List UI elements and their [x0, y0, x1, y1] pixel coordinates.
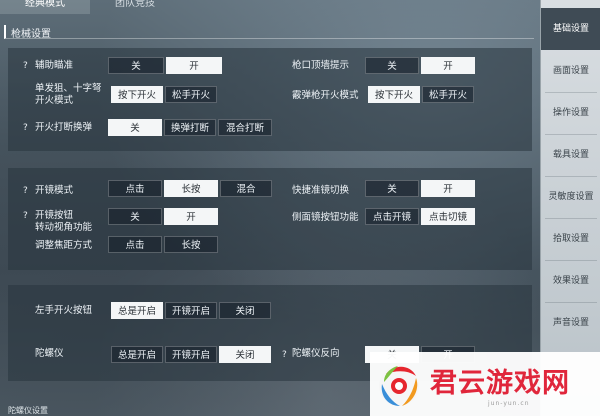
aim-assist-off[interactable]: 关 [108, 57, 164, 74]
next-section-title: 陀螺仪设置 [8, 406, 48, 415]
left-fire-always[interactable]: 总是开启 [111, 302, 163, 319]
site-watermark: 君云游戏网 jun-yun.cn [370, 352, 600, 416]
scope-mode-label: 开镜模式 [35, 185, 74, 196]
gyro-toggle: 总是开启 开镜开启 关闭 [111, 346, 273, 363]
focus-hold[interactable]: 长按 [164, 236, 218, 253]
tab-classic[interactable]: 经典模式 [0, 0, 90, 14]
scope-btn-toggle: 关 开 [108, 208, 220, 225]
left-fire-label: 左手开火按钮 [35, 305, 93, 316]
single-fire-label-2: 开火模式 [35, 95, 74, 106]
sidebar-item-basic[interactable]: 基础设置 [541, 8, 600, 50]
side-scope-toggle: 点击开镜 点击切镜 [365, 208, 477, 225]
sidebar-item-graphics[interactable]: 画面设置 [541, 50, 600, 92]
single-fire-toggle: 按下开火 松手开火 [111, 86, 219, 103]
side-scope-label: 侧面镜按钮功能 [292, 212, 359, 223]
single-fire-press[interactable]: 按下开火 [111, 86, 163, 103]
aim-assist-label: 辅助瞄准 [35, 60, 74, 71]
shotgun-fire-press[interactable]: 按下开火 [368, 86, 420, 103]
left-fire-scope[interactable]: 开镜开启 [165, 302, 217, 319]
help-icon[interactable]: ? [23, 186, 28, 196]
section-title: 枪械设置 [4, 25, 534, 40]
sidebar-item-controls[interactable]: 操作设置 [541, 92, 600, 134]
fire-interrupt-reload[interactable]: 换弹打断 [164, 119, 216, 136]
scope-btn-on[interactable]: 开 [164, 208, 218, 225]
gyro-always[interactable]: 总是开启 [111, 346, 163, 363]
scope-btn-off[interactable]: 关 [108, 208, 162, 225]
aim-assist-toggle: 关 开 [108, 57, 224, 74]
side-scope-switch[interactable]: 点击切镜 [421, 208, 475, 225]
fire-interrupt-label: 开火打断换弹 [35, 122, 93, 133]
shotgun-fire-release[interactable]: 松手开火 [422, 86, 474, 103]
scope-btn-label-1: 开镜按钮 [35, 210, 74, 221]
watermark-sub: jun-yun.cn [488, 400, 530, 407]
focus-label: 调整焦距方式 [35, 240, 93, 251]
single-fire-release[interactable]: 松手开火 [165, 86, 217, 103]
single-fire-label-1: 单发狙、十字弩 [35, 83, 102, 94]
quick-scope-on[interactable]: 开 [421, 180, 475, 197]
fire-interrupt-mixed[interactable]: 混合打断 [218, 119, 272, 136]
help-icon[interactable]: ? [23, 123, 28, 133]
watermark-name: 君云游戏网 [430, 368, 570, 399]
gyro-off[interactable]: 关闭 [219, 346, 271, 363]
scope-mode-hold[interactable]: 长按 [164, 180, 218, 197]
muzzle-hint-on[interactable]: 开 [421, 57, 475, 74]
tab-team[interactable]: 团队竞技 [90, 0, 180, 14]
gyro-scope[interactable]: 开镜开启 [165, 346, 217, 363]
watermark-logo-icon [379, 366, 419, 406]
mode-tabs: 经典模式 团队竞技 [0, 0, 540, 14]
sidebar-item-effects[interactable]: 效果设置 [541, 260, 600, 302]
shotgun-fire-toggle: 按下开火 松手开火 [368, 86, 476, 103]
shotgun-fire-label: 霰弹枪开火模式 [292, 90, 359, 101]
side-scope-open[interactable]: 点击开镜 [365, 208, 419, 225]
fire-interrupt-toggle: 关 换弹打断 混合打断 [108, 119, 274, 136]
sidebar-item-pickup[interactable]: 拾取设置 [541, 218, 600, 260]
fire-interrupt-off[interactable]: 关 [108, 119, 162, 136]
aim-assist-on[interactable]: 开 [166, 57, 222, 74]
scope-btn-label-2: 转动视角功能 [35, 222, 93, 233]
sidebar-item-sensitivity[interactable]: 灵敏度设置 [541, 176, 600, 218]
focus-tap[interactable]: 点击 [108, 236, 162, 253]
muzzle-hint-toggle: 关 开 [365, 57, 477, 74]
scope-mode-tap[interactable]: 点击 [108, 180, 162, 197]
focus-toggle: 点击 长按 [108, 236, 220, 253]
left-fire-toggle: 总是开启 开镜开启 关闭 [111, 302, 273, 319]
muzzle-hint-label: 枪口顶墙提示 [292, 60, 350, 71]
muzzle-hint-off[interactable]: 关 [365, 57, 419, 74]
quick-scope-label: 快捷准镜切换 [292, 185, 350, 196]
gyro-label: 陀螺仪 [35, 348, 64, 359]
help-icon[interactable]: ? [23, 61, 28, 71]
help-icon[interactable]: ? [23, 211, 28, 221]
gyro-reverse-label: 陀螺仪反向 [292, 348, 340, 359]
sidebar-item-sound[interactable]: 声音设置 [541, 302, 600, 344]
sidebar-item-vehicle[interactable]: 载具设置 [541, 134, 600, 176]
quick-scope-toggle: 关 开 [365, 180, 477, 197]
scope-mode-toggle: 点击 长按 混合 [108, 180, 274, 197]
left-fire-off[interactable]: 关闭 [219, 302, 271, 319]
help-icon[interactable]: ? [282, 350, 287, 360]
scope-mode-mixed[interactable]: 混合 [220, 180, 272, 197]
quick-scope-off[interactable]: 关 [365, 180, 419, 197]
